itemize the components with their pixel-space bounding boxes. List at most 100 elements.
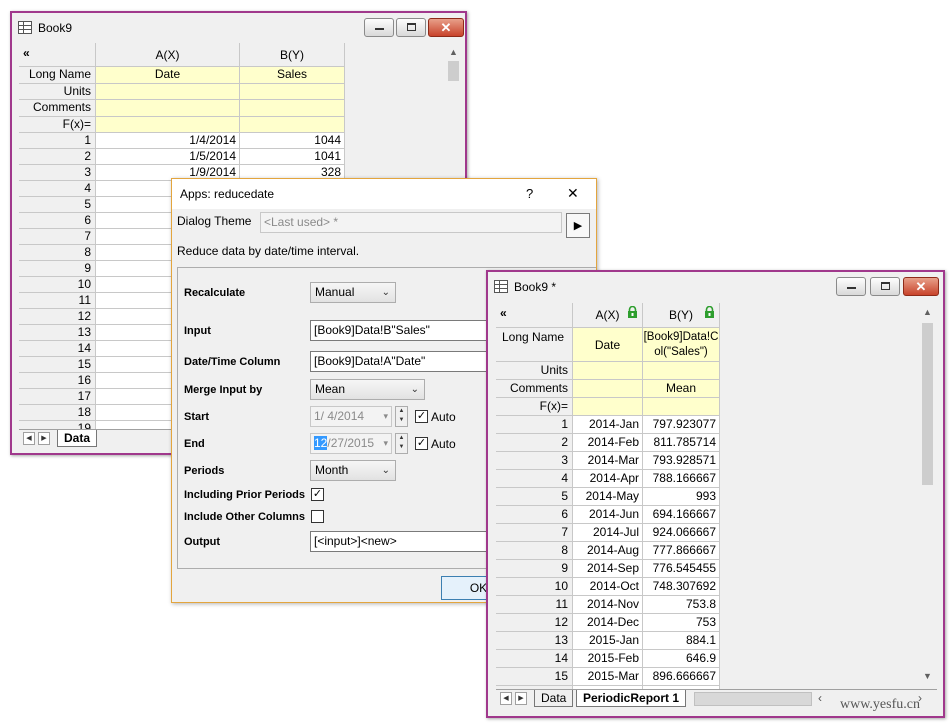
row-label-units[interactable]: Units bbox=[19, 84, 96, 100]
table-cell-mean[interactable]: 748.307692 bbox=[643, 578, 720, 596]
table-cell-mean[interactable]: 793.928571 bbox=[643, 452, 720, 470]
tab-prev-button[interactable]: ◀ bbox=[500, 692, 512, 705]
table-cell-period[interactable]: 2015-Jan bbox=[573, 632, 643, 650]
table-cell-period[interactable]: 2014-Jul bbox=[573, 524, 643, 542]
row-number[interactable]: 2 bbox=[496, 434, 573, 452]
row-number[interactable]: 4 bbox=[19, 181, 96, 197]
row-number[interactable]: 11 bbox=[496, 596, 573, 614]
row-number[interactable]: 8 bbox=[496, 542, 573, 560]
end-auto-checkbox[interactable]: ✓ bbox=[415, 437, 428, 450]
merge-input-select[interactable]: Mean ⌄ bbox=[310, 379, 425, 400]
row-number[interactable]: 10 bbox=[19, 277, 96, 293]
row-number[interactable]: 7 bbox=[496, 524, 573, 542]
row-number[interactable]: 6 bbox=[496, 506, 573, 524]
output-field[interactable]: [<input>]<new> bbox=[310, 531, 510, 552]
row-number[interactable]: 14 bbox=[19, 341, 96, 357]
dialog-theme-field[interactable]: <Last used> * bbox=[260, 212, 562, 233]
cell-units-b[interactable] bbox=[240, 84, 345, 100]
row-number[interactable]: 9 bbox=[19, 261, 96, 277]
book9-result-grid[interactable]: « A(X) B(Y) Long Name Date [Book9]Data!C… bbox=[496, 303, 918, 689]
row-number[interactable]: 1 bbox=[496, 416, 573, 434]
scroll-up-icon[interactable]: ▲ bbox=[445, 47, 462, 57]
dialog-titlebar[interactable]: Apps: reducedate ? ✕ bbox=[172, 179, 596, 209]
theme-menu-button[interactable]: ▶ bbox=[566, 213, 590, 238]
cell-units-a[interactable] bbox=[573, 362, 643, 380]
row-label-units[interactable]: Units bbox=[496, 362, 573, 380]
horizontal-scrollbar[interactable] bbox=[694, 692, 812, 706]
row-label-fx[interactable]: F(x)= bbox=[496, 398, 573, 416]
cell-fx-b[interactable] bbox=[643, 398, 720, 416]
cell-comments-a[interactable] bbox=[96, 100, 240, 117]
row-number[interactable]: 10 bbox=[496, 578, 573, 596]
cell-comments-b[interactable]: Mean bbox=[643, 380, 720, 398]
table-cell-mean[interactable]: 777.866667 bbox=[643, 542, 720, 560]
table-cell-mean[interactable]: 924.066667 bbox=[643, 524, 720, 542]
end-spin-button[interactable]: ▲ ▼ bbox=[395, 433, 408, 454]
book9-result-window[interactable]: Book9 * ✕ « A(X) B(Y) Long Name Date [Bo… bbox=[486, 270, 945, 718]
table-cell-period[interactable]: 2014-Sep bbox=[573, 560, 643, 578]
table-cell-mean[interactable]: 646.9 bbox=[643, 650, 720, 668]
start-spin-button[interactable]: ▲ ▼ bbox=[395, 406, 408, 427]
row-number[interactable]: 5 bbox=[19, 197, 96, 213]
table-cell-period[interactable]: 2014-Feb bbox=[573, 434, 643, 452]
row-number[interactable]: 3 bbox=[19, 165, 96, 181]
cell-fx-a[interactable] bbox=[96, 117, 240, 133]
row-number[interactable]: 11 bbox=[19, 293, 96, 309]
dialog-close-button[interactable]: ✕ bbox=[567, 185, 579, 202]
table-cell-period[interactable]: 2014-Dec bbox=[573, 614, 643, 632]
table-cell-period[interactable]: 2015-Mar bbox=[573, 668, 643, 686]
row-number[interactable]: 1 bbox=[19, 133, 96, 149]
table-cell-mean[interactable]: 788.166667 bbox=[643, 470, 720, 488]
row-number[interactable]: 7 bbox=[19, 229, 96, 245]
cell-comments-b[interactable] bbox=[240, 100, 345, 117]
table-cell-period[interactable]: 2014-Aug bbox=[573, 542, 643, 560]
scroll-left-icon[interactable]: ‹ bbox=[818, 691, 822, 705]
table-cell-period[interactable]: 2014-Apr bbox=[573, 470, 643, 488]
scroll-down-icon[interactable]: ▼ bbox=[918, 671, 937, 681]
table-cell-sales[interactable]: 1041 bbox=[240, 149, 345, 165]
row-number[interactable]: 13 bbox=[496, 632, 573, 650]
row-number[interactable]: 9 bbox=[496, 560, 573, 578]
table-cell-mean[interactable]: 694.166667 bbox=[643, 506, 720, 524]
cell-comments-a[interactable] bbox=[573, 380, 643, 398]
table-cell-period[interactable]: 2014-Jun bbox=[573, 506, 643, 524]
tab-prev-button[interactable]: ◀ bbox=[23, 432, 35, 445]
column-header-b[interactable]: B(Y) bbox=[643, 303, 720, 328]
cell-fx-a[interactable] bbox=[573, 398, 643, 416]
row-number[interactable]: 15 bbox=[496, 668, 573, 686]
grid-corner[interactable]: « bbox=[19, 43, 96, 67]
cell-fx-b[interactable] bbox=[240, 117, 345, 133]
row-number[interactable]: 19 bbox=[19, 421, 96, 429]
close-button[interactable]: ✕ bbox=[903, 277, 939, 296]
cell-long-name-a[interactable]: Date bbox=[96, 67, 240, 84]
row-number[interactable]: 12 bbox=[19, 309, 96, 325]
periods-select[interactable]: Month ⌄ bbox=[310, 460, 396, 481]
table-cell-period[interactable]: 2014-Nov bbox=[573, 596, 643, 614]
cell-long-name-a[interactable]: Date bbox=[573, 328, 643, 362]
row-number[interactable]: 13 bbox=[19, 325, 96, 341]
table-cell-mean[interactable]: 776.545455 bbox=[643, 560, 720, 578]
table-cell-period[interactable]: 2014-Jan bbox=[573, 416, 643, 434]
scroll-thumb[interactable] bbox=[922, 323, 933, 485]
table-cell-mean[interactable]: 896.666667 bbox=[643, 668, 720, 686]
datetime-column-field[interactable]: [Book9]Data!A"Date" bbox=[310, 351, 510, 372]
scroll-up-icon[interactable]: ▲ bbox=[918, 307, 937, 317]
grid-corner[interactable]: « bbox=[496, 303, 573, 328]
row-label-comments[interactable]: Comments bbox=[496, 380, 573, 398]
row-number[interactable]: 12 bbox=[496, 614, 573, 632]
close-button[interactable]: ✕ bbox=[428, 18, 464, 37]
row-number[interactable]: 18 bbox=[19, 405, 96, 421]
start-date-field[interactable]: 1/ 4/2014 ▾ bbox=[310, 406, 392, 427]
table-cell-mean[interactable]: 753 bbox=[643, 614, 720, 632]
cell-long-name-b[interactable]: Sales bbox=[240, 67, 345, 84]
book9-result-titlebar[interactable]: Book9 * ✕ bbox=[488, 272, 943, 302]
column-header-b[interactable]: B(Y) bbox=[240, 43, 345, 67]
row-label-long-name[interactable]: Long Name bbox=[19, 67, 96, 84]
row-label-long-name[interactable]: Long Name bbox=[496, 328, 573, 362]
minimize-button[interactable] bbox=[364, 18, 394, 37]
cell-units-a[interactable] bbox=[96, 84, 240, 100]
tab-periodic-report[interactable]: PeriodicReport 1 bbox=[576, 690, 687, 707]
table-cell-date[interactable]: 1/5/2014 bbox=[96, 149, 240, 165]
table-cell-mean[interactable]: 993 bbox=[643, 488, 720, 506]
minimize-button[interactable] bbox=[836, 277, 866, 296]
